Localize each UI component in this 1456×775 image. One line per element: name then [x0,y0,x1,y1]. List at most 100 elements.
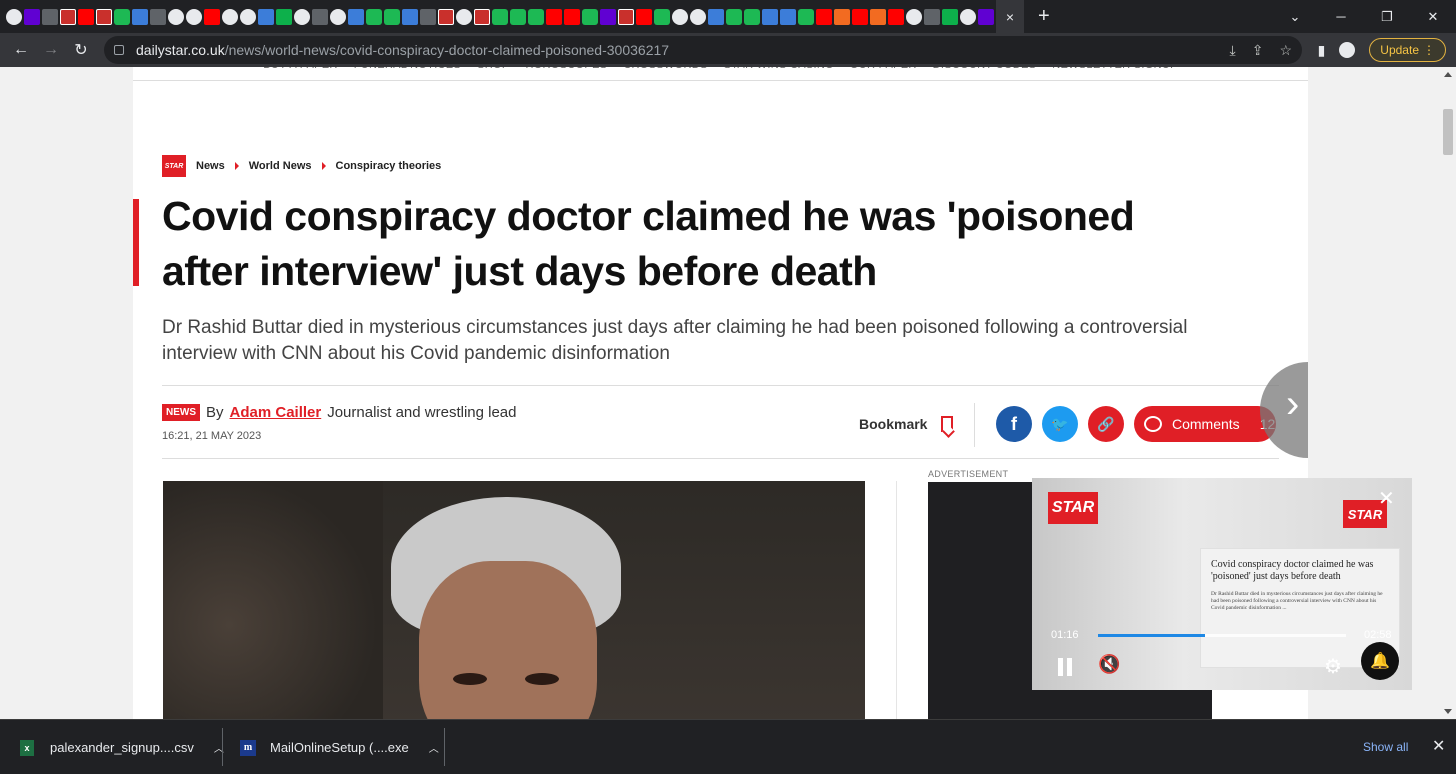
video-progress-bar[interactable] [1098,634,1346,637]
breadcrumb-conspiracy-theories[interactable]: Conspiracy theories [336,160,442,172]
floating-video-player[interactable]: STAR Covid conspiracy doctor claimed he … [1032,478,1412,690]
globe-icon[interactable] [960,8,976,25]
topnav-link[interactable]: STAR WINS CASINO [724,67,834,80]
search-icon[interactable] [258,8,274,25]
close-downloads-icon[interactable]: ✕ [1432,736,1445,756]
orange-icon[interactable] [834,8,850,25]
lock-icon[interactable] [114,45,124,55]
minimize-icon[interactable]: ─ [1318,9,1364,24]
reload-icon[interactable]: ↻ [66,40,96,60]
dark-icon[interactable] [924,8,940,25]
download-item[interactable]: m MailOnlineSetup (....exe ︿ [240,720,439,775]
author-link[interactable]: Adam Cailler [230,404,322,421]
bell-icon[interactable]: 🔔 [1361,642,1399,680]
share-icon[interactable]: ⇪ [1252,42,1264,59]
topnav-link[interactable]: DISCOUNT CODES [933,67,1037,80]
youtube-icon[interactable] [564,8,580,25]
update-button[interactable]: Update ⋮ [1369,38,1446,62]
bi-icon[interactable] [618,8,634,25]
chevron-up-icon[interactable]: ︿ [429,740,439,755]
green-icon[interactable] [942,8,958,25]
bi-icon[interactable] [474,8,490,25]
docs-icon[interactable] [150,8,166,25]
docs-icon[interactable] [420,8,436,25]
play-icon[interactable] [582,8,598,25]
play-icon[interactable] [114,8,130,25]
globe-icon[interactable] [456,8,472,25]
show-all-downloads-button[interactable]: Show all [1363,740,1408,754]
youtube-icon[interactable] [204,8,220,25]
close-window-icon[interactable]: ✕ [1410,9,1456,25]
yahoo-icon[interactable] [24,8,40,25]
yahoo-icon[interactable] [600,8,616,25]
breadcrumb-news[interactable]: News [196,160,225,172]
restore-icon[interactable]: ❐ [1364,9,1410,25]
copy-link-button[interactable]: 🔗 [1088,406,1124,442]
play-icon[interactable] [528,8,544,25]
side-panel-icon[interactable]: ▮ [1318,42,1326,59]
daily-star-logo[interactable]: STAR [162,155,186,177]
globe-icon[interactable] [690,8,706,25]
wapo-icon[interactable] [42,8,58,25]
topnav-link[interactable]: CROSSWORDS [623,67,707,80]
url-text[interactable]: dailystar.co.uk/news/world-news/covid-co… [136,42,669,58]
red-icon[interactable] [888,8,904,25]
scroll-up-icon[interactable] [1444,72,1452,77]
bi-icon[interactable] [60,8,76,25]
new-tab-button[interactable]: + [1038,5,1050,28]
profile-icon[interactable] [1339,42,1356,58]
topnav-link[interactable]: SHOP [477,67,509,80]
article-hero-image[interactable] [163,481,865,719]
muted-speaker-icon[interactable]: 🔇 [1098,654,1120,675]
shield-icon[interactable] [348,8,364,25]
google-icon[interactable] [294,8,310,25]
red-icon[interactable] [852,8,868,25]
youtube-icon[interactable] [78,8,94,25]
forward-icon[interactable]: → [36,41,66,59]
search-icon[interactable] [780,8,796,25]
topnav-link[interactable]: OUR PAPER [850,67,917,80]
youtube-icon[interactable] [816,8,832,25]
play-icon[interactable] [510,8,526,25]
yahoo-icon[interactable] [978,8,994,25]
google-icon[interactable] [906,8,922,25]
facebook-share-button[interactable]: f [996,406,1032,442]
breadcrumb-world-news[interactable]: World News [249,160,312,172]
search-icon[interactable] [708,8,724,25]
topnav-link[interactable]: BUY A PAPER [263,67,337,80]
next-article-button[interactable]: › [1260,362,1308,458]
shield-icon[interactable] [762,8,778,25]
play-icon[interactable] [726,8,742,25]
page-scrollbar[interactable] [1440,67,1456,719]
play-icon[interactable] [744,8,760,25]
play-icon[interactable] [384,8,400,25]
globe-icon[interactable] [672,8,688,25]
puzzle-icon[interactable] [168,8,184,25]
search-icon[interactable] [402,8,418,25]
globe-icon[interactable] [330,8,346,25]
back-icon[interactable]: ← [6,41,36,59]
bi-icon[interactable] [96,8,112,25]
scroll-down-icon[interactable] [1444,709,1452,714]
topnav-link[interactable]: FUNERAL NOTICES [354,67,461,80]
orange-icon[interactable] [870,8,886,25]
shield-icon[interactable] [132,8,148,25]
youtube-icon[interactable] [546,8,562,25]
twitter-share-button[interactable]: 🐦 [1042,406,1078,442]
globe-icon[interactable] [240,8,256,25]
active-tab[interactable]: × [996,0,1024,33]
maps-icon[interactable] [276,8,292,25]
bi-icon[interactable] [438,8,454,25]
globe-icon[interactable] [222,8,238,25]
download-item[interactable]: x palexander_signup....csv ︿ [20,720,224,775]
address-bar[interactable]: dailystar.co.uk/news/world-news/covid-co… [104,36,1302,64]
globe-icon[interactable] [186,8,202,25]
topnav-link[interactable]: NEWSLETTER SIGNUP [1052,67,1178,80]
play-icon[interactable] [492,8,508,25]
comments-button[interactable]: Comments 12 [1134,406,1276,442]
wapo-icon[interactable] [312,8,328,25]
play-icon[interactable] [366,8,382,25]
install-icon[interactable]: ⤓ [1230,42,1236,59]
bookmark-star-icon[interactable]: ☆ [1279,42,1292,59]
bookmark-button[interactable]: Bookmark [859,416,954,432]
